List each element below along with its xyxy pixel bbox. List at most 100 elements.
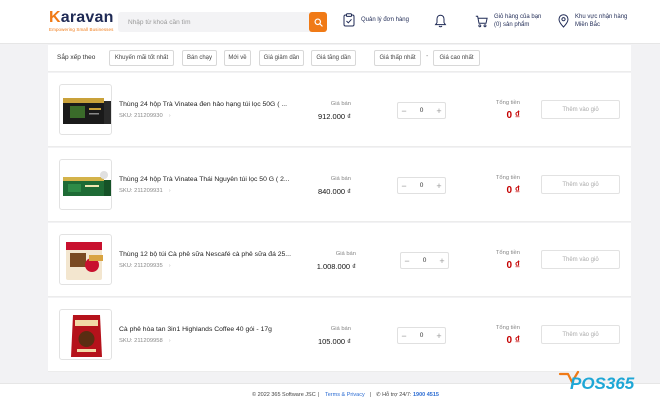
price-label: Giá bán bbox=[335, 251, 356, 257]
product-row: Thùng 12 bộ túi Cà phê sữa Nescafé cà ph… bbox=[48, 223, 631, 297]
product-row: Thùng 24 hộp Trà Vinatea đen hảo hạng tú… bbox=[48, 73, 631, 147]
product-name[interactable]: Thùng 24 hộp Trà Vinatea Thái Nguyên túi… bbox=[119, 176, 290, 183]
search-icon bbox=[313, 17, 323, 27]
product-sku: SKU: 211209958 › bbox=[119, 338, 171, 344]
highlands-coffee-bag-icon bbox=[71, 315, 102, 357]
quantity-stepper: − + bbox=[397, 102, 446, 119]
total-value: 0 ₫ bbox=[506, 110, 520, 121]
quantity-input[interactable] bbox=[411, 182, 432, 189]
quantity-input[interactable] bbox=[411, 107, 432, 114]
notifications-button[interactable] bbox=[434, 14, 447, 28]
increase-button[interactable]: + bbox=[433, 328, 445, 343]
pos365-watermark: POS365 bbox=[558, 370, 644, 393]
region-selector[interactable]: Khu vực nhận hàng Miền Bắc bbox=[558, 13, 627, 29]
search-box bbox=[118, 12, 327, 32]
search-input[interactable] bbox=[118, 12, 308, 32]
price-label: Giá bán bbox=[330, 101, 351, 107]
orders-link[interactable]: Quản lý đơn hàng bbox=[343, 13, 409, 27]
product-name[interactable]: Thùng 24 hộp Trà Vinatea đen hảo hạng tú… bbox=[119, 101, 287, 108]
sort-best-promo-button[interactable]: Khuyến mãi tốt nhất bbox=[109, 50, 174, 66]
increase-button[interactable]: + bbox=[433, 103, 445, 118]
quantity-input[interactable] bbox=[411, 332, 432, 339]
decrease-button[interactable]: − bbox=[398, 103, 410, 118]
product-name[interactable]: Cà phê hòa tan 3in1 Highlands Coffee 40 … bbox=[119, 326, 272, 333]
product-price: 105.000 ₫ bbox=[317, 337, 351, 346]
total-value: 0 ₫ bbox=[506, 260, 520, 271]
cart-icon bbox=[475, 15, 488, 27]
search-button[interactable] bbox=[309, 12, 327, 32]
top-header: Karavan Empowering Small Businesses Quản… bbox=[0, 0, 660, 44]
total-label: Tổng tiền bbox=[495, 250, 520, 256]
green-tea-box-icon bbox=[63, 171, 111, 196]
sku-text: SKU: 211209931 bbox=[119, 188, 163, 194]
region-text: Khu vực nhận hàng Miền Bắc bbox=[575, 13, 627, 29]
product-thumbnail[interactable] bbox=[59, 309, 112, 360]
sort-price-asc-button[interactable]: Giá tăng dần bbox=[311, 50, 356, 66]
sort-newest-button[interactable]: Mới về bbox=[224, 50, 251, 66]
decrease-button[interactable]: − bbox=[398, 178, 410, 193]
decrease-button[interactable]: − bbox=[401, 253, 413, 268]
product-thumbnail[interactable] bbox=[59, 234, 112, 285]
sort-price-desc-button[interactable]: Giá giảm dần bbox=[259, 50, 304, 66]
support-phone[interactable]: 1900 4515 bbox=[413, 392, 439, 398]
total-label: Tổng tiền bbox=[495, 100, 520, 106]
increase-button[interactable]: + bbox=[433, 178, 445, 193]
region-title: Khu vực nhận hàng bbox=[575, 14, 628, 20]
decrease-button[interactable]: − bbox=[398, 328, 410, 343]
product-sku: SKU: 211209931 › bbox=[119, 188, 171, 194]
footer-separator: | bbox=[370, 392, 372, 398]
location-pin-icon bbox=[558, 14, 569, 28]
add-to-cart-button[interactable]: Thêm vào giỏ bbox=[541, 175, 620, 194]
price-label: Giá bán bbox=[330, 326, 351, 332]
total-label: Tổng tiền bbox=[495, 175, 520, 181]
product-thumbnail[interactable] bbox=[59, 84, 112, 135]
price-min-input[interactable]: Giá thấp nhất bbox=[374, 50, 421, 66]
product-name[interactable]: Thùng 12 bộ túi Cà phê sữa Nescafé cà ph… bbox=[119, 251, 291, 258]
price-label: Giá bán bbox=[330, 176, 351, 182]
orders-label: Quản lý đơn hàng bbox=[361, 17, 409, 23]
sku-text: SKU: 211209930 bbox=[119, 113, 163, 119]
product-sku: SKU: 211209935 › bbox=[119, 263, 171, 269]
total-label: Tổng tiền bbox=[495, 325, 520, 331]
price-max-input[interactable]: Giá cao nhất bbox=[433, 50, 480, 66]
bell-icon bbox=[434, 14, 447, 28]
product-sku: SKU: 211209930 › bbox=[119, 113, 171, 119]
black-tea-box-icon bbox=[63, 98, 111, 124]
support-group: ✆ Hỗ trợ 24/7: 1900 4515 bbox=[376, 392, 439, 398]
copyright: © 2022 365 Software JSC bbox=[252, 392, 316, 398]
add-to-cart-button[interactable]: Thêm vào giỏ bbox=[541, 325, 620, 344]
product-row: Cà phê hòa tan 3in1 Highlands Coffee 40 … bbox=[48, 298, 631, 372]
support-label: Hỗ trợ 24/7: bbox=[382, 392, 412, 398]
total-value: 0 ₫ bbox=[506, 335, 520, 346]
sku-text: SKU: 211209935 bbox=[119, 263, 163, 269]
terms-link[interactable]: Terms & Privacy bbox=[325, 392, 365, 398]
cart-link[interactable]: Giỏ hàng của bạn (0) sản phẩm bbox=[475, 13, 541, 29]
phone-icon: ✆ bbox=[376, 392, 381, 398]
product-price: 912.000 ₫ bbox=[317, 112, 351, 121]
chevron-right-icon: › bbox=[168, 113, 171, 119]
sort-best-selling-button[interactable]: Bán chạy bbox=[182, 50, 217, 66]
logo-tagline: Empowering Small Businesses bbox=[49, 27, 114, 32]
region-value: Miền Bắc bbox=[575, 22, 601, 28]
sort-bar: Sắp xếp theo Khuyến mãi tốt nhất Bán chạ… bbox=[48, 45, 631, 72]
watermark-text: POS365 bbox=[570, 374, 635, 392]
price-range-separator: - bbox=[426, 53, 429, 60]
add-to-cart-button[interactable]: Thêm vào giỏ bbox=[541, 250, 620, 269]
product-row: Thùng 24 hộp Trà Vinatea Thái Nguyên túi… bbox=[48, 148, 631, 222]
cart-count: (0) sản phẩm bbox=[494, 22, 530, 28]
karavan-logo[interactable]: Karavan Empowering Small Businesses bbox=[49, 9, 114, 33]
cart-title: Giỏ hàng của bạn bbox=[494, 14, 542, 20]
quantity-stepper: − + bbox=[397, 177, 446, 194]
quantity-input[interactable] bbox=[414, 257, 435, 264]
chevron-right-icon: › bbox=[168, 263, 171, 269]
pos365-logo-icon: POS365 bbox=[558, 370, 635, 393]
increase-button[interactable]: + bbox=[436, 253, 448, 268]
cart-text: Giỏ hàng của bạn (0) sản phẩm bbox=[494, 13, 541, 29]
add-to-cart-button[interactable]: Thêm vào giỏ bbox=[541, 100, 620, 119]
sku-text: SKU: 211209958 bbox=[119, 338, 163, 344]
product-price: 1.008.000 ₫ bbox=[316, 262, 356, 271]
product-thumbnail[interactable] bbox=[59, 159, 112, 210]
nescafe-bag-icon bbox=[66, 242, 103, 280]
quantity-stepper: − + bbox=[400, 252, 449, 269]
logo-initial: K bbox=[49, 9, 61, 26]
